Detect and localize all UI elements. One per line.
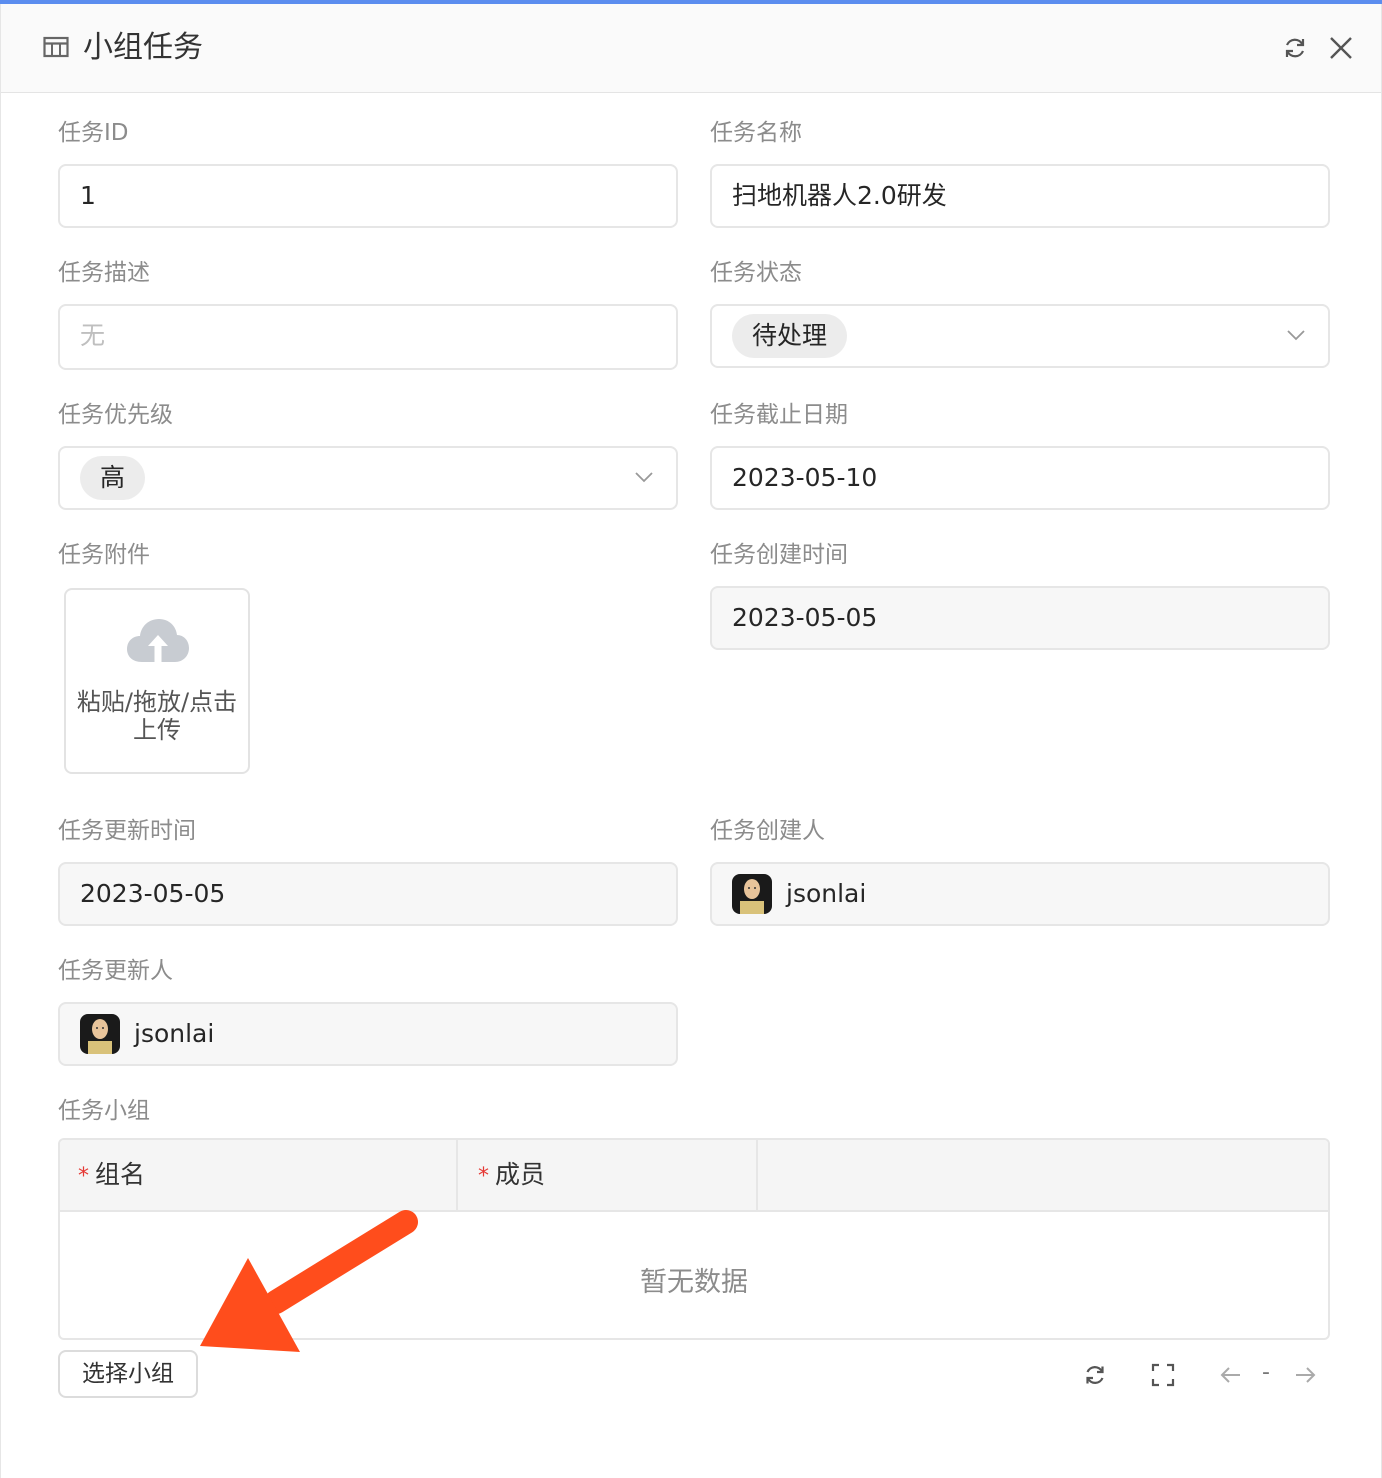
- task-groups-label: 任务小组: [58, 1098, 150, 1124]
- refresh-icon[interactable]: [1082, 1362, 1108, 1388]
- task-groups-table: * 组名 * 成员 暂无数据: [58, 1138, 1330, 1340]
- attachment-upload[interactable]: 粘贴/拖放/点击上传: [64, 588, 250, 774]
- creator-name: jsonlai: [786, 879, 867, 908]
- task-updater-label: 任务更新人: [58, 958, 173, 984]
- task-attachment-label: 任务附件: [58, 542, 150, 568]
- task-updated-input: 2023-05-05: [58, 862, 678, 926]
- task-desc-input[interactable]: 无: [58, 304, 678, 370]
- task-id-input[interactable]: 1: [58, 164, 678, 228]
- task-deadline-value: 2023-05-10: [732, 463, 878, 492]
- table-header: * 组名 * 成员: [60, 1140, 1328, 1212]
- pagination-separator: -: [1262, 1360, 1270, 1385]
- task-id-value: 1: [80, 181, 96, 210]
- task-status-label: 任务状态: [710, 260, 802, 286]
- task-id-label: 任务ID: [58, 120, 129, 146]
- refresh-icon[interactable]: [1281, 34, 1309, 62]
- avatar: [80, 1014, 120, 1054]
- cloud-upload-icon: [127, 619, 189, 662]
- select-group-button[interactable]: 选择小组: [58, 1350, 198, 1398]
- task-status-select[interactable]: 待处理: [710, 304, 1330, 368]
- empty-state-text: 暂无数据: [640, 1267, 748, 1298]
- column-header-group-name: * 组名: [78, 1140, 145, 1210]
- column-divider: [456, 1140, 458, 1210]
- task-creator-label: 任务创建人: [710, 818, 825, 844]
- task-priority-select[interactable]: 高: [58, 446, 678, 510]
- dialog-header: 小组任务: [1, 4, 1381, 93]
- task-desc-label: 任务描述: [58, 260, 150, 286]
- task-name-label: 任务名称: [710, 120, 802, 146]
- task-created-label: 任务创建时间: [710, 542, 848, 568]
- arrow-right-icon[interactable]: [1292, 1362, 1318, 1388]
- task-name-value: 扫地机器人2.0研发: [732, 181, 947, 210]
- fullscreen-icon[interactable]: [1150, 1362, 1176, 1388]
- avatar: [732, 874, 772, 914]
- task-name-input[interactable]: 扫地机器人2.0研发: [710, 164, 1330, 228]
- upload-text: 粘贴/拖放/点击上传: [76, 688, 238, 744]
- arrow-left-icon[interactable]: [1218, 1362, 1244, 1388]
- column-divider: [756, 1140, 758, 1210]
- task-created-input: 2023-05-05: [710, 586, 1330, 650]
- table-icon: [43, 36, 69, 58]
- task-deadline-label: 任务截止日期: [710, 402, 848, 428]
- status-tag: 待处理: [732, 314, 848, 358]
- task-created-value: 2023-05-05: [732, 603, 878, 632]
- chevron-down-icon: [635, 472, 653, 483]
- required-mark: *: [78, 1164, 89, 1189]
- column-header-members: * 成员: [478, 1140, 545, 1210]
- chevron-down-icon: [1287, 330, 1305, 341]
- priority-tag: 高: [80, 456, 146, 500]
- required-mark: *: [478, 1164, 489, 1189]
- task-updated-value: 2023-05-05: [80, 879, 226, 908]
- task-desc-placeholder: 无: [80, 321, 106, 350]
- dialog-title: 小组任务: [83, 30, 203, 65]
- task-updated-label: 任务更新时间: [58, 818, 196, 844]
- task-priority-label: 任务优先级: [58, 402, 173, 428]
- task-creator-field: jsonlai: [710, 862, 1330, 926]
- updater-name: jsonlai: [134, 1019, 215, 1048]
- column-label: 组名: [95, 1160, 146, 1189]
- task-deadline-input[interactable]: 2023-05-10: [710, 446, 1330, 510]
- column-label: 成员: [495, 1160, 546, 1189]
- task-updater-field: jsonlai: [58, 1002, 678, 1066]
- close-icon[interactable]: [1327, 34, 1355, 62]
